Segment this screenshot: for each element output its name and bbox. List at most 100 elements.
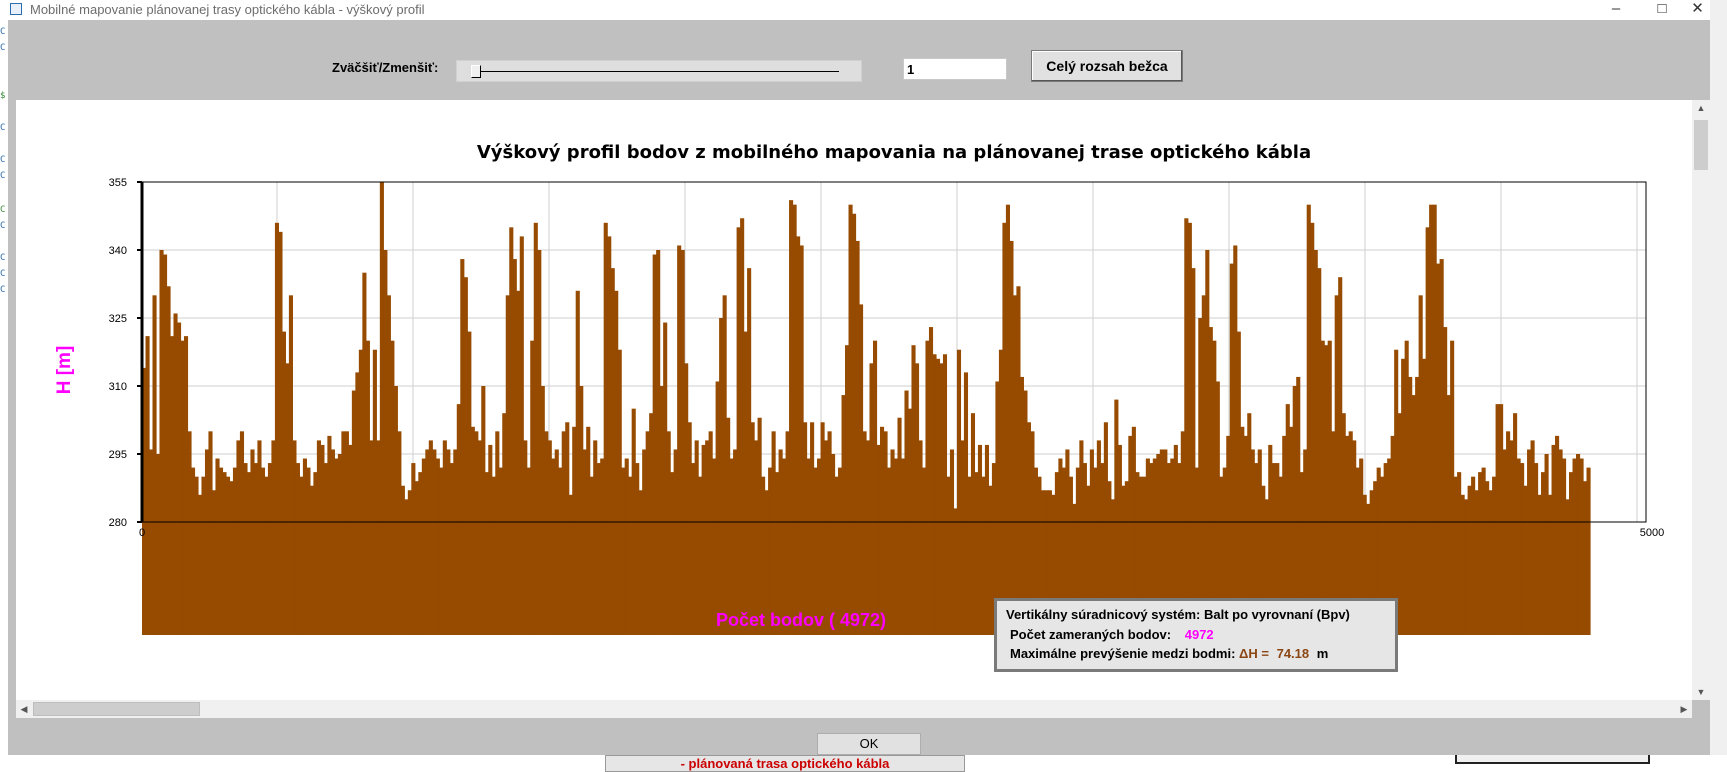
elevation-bar	[271, 440, 276, 635]
elevation-bar	[911, 345, 916, 635]
elevation-bar	[495, 431, 500, 635]
y-axis-label: H [m]	[54, 346, 75, 395]
x-tick-label: 5000	[1640, 527, 1664, 539]
elevation-bar	[995, 381, 1000, 635]
vertical-scrollbar[interactable]: ▲ ▼	[1692, 100, 1710, 700]
elevation-bar	[1562, 458, 1567, 635]
elevation-bar	[932, 354, 937, 635]
elevation-bar	[998, 349, 1004, 635]
elevation-bar	[547, 440, 552, 635]
elevation-bar	[1334, 295, 1339, 635]
elevation-bar	[253, 463, 259, 635]
zoom-slider[interactable]	[456, 60, 862, 82]
background-glyph: C	[0, 205, 6, 215]
elevation-bar	[771, 431, 776, 635]
elevation-bar	[260, 467, 266, 635]
elevation-bar	[488, 444, 493, 635]
elevation-bar	[600, 458, 605, 635]
x-axis-label: Počet bodov ( 4972)	[716, 610, 887, 630]
elevation-bar	[523, 440, 528, 635]
elevation-bar	[365, 340, 370, 635]
background-glyph: C	[0, 27, 6, 37]
elevation-bar	[831, 454, 836, 635]
elevation-bar	[218, 467, 224, 635]
vertical-system-text: Vertikálny súradnicový systém: Balt po v…	[1006, 607, 1350, 622]
full-range-button[interactable]: Celý rozsah bežca	[1031, 50, 1183, 82]
elevation-bar	[642, 449, 647, 635]
scroll-up-icon[interactable]: ▲	[1692, 100, 1710, 116]
elevation-bar	[1233, 245, 1238, 635]
elevation-bar	[670, 472, 675, 635]
elevation-bar	[1418, 295, 1423, 635]
elevation-bar	[250, 449, 255, 635]
elevation-bar	[1397, 413, 1402, 635]
elevation-bar	[414, 481, 419, 635]
elevation-bar	[593, 440, 598, 635]
vertical-scroll-thumb[interactable]	[1694, 120, 1708, 170]
elevation-bar	[1551, 444, 1556, 635]
elevation-bar	[327, 435, 332, 635]
elevation-bar	[733, 449, 738, 635]
maximize-icon[interactable]: □	[1639, 0, 1685, 20]
elevation-bar	[320, 444, 325, 635]
elevation-bar	[1541, 472, 1546, 635]
elevation-bar	[477, 440, 482, 635]
zoom-slider-thumb[interactable]	[471, 65, 481, 78]
elevation-bar	[190, 467, 196, 635]
elevation-bar	[1401, 358, 1406, 635]
elevation-bar	[309, 485, 314, 635]
elevation-bar	[663, 322, 668, 635]
elevation-bar	[1520, 463, 1525, 635]
scroll-right-icon[interactable]: ▶	[1676, 700, 1692, 718]
elevation-bar	[295, 463, 300, 635]
elevation-bar	[155, 454, 161, 635]
elevation-bar	[498, 467, 503, 635]
elevation-bar	[914, 363, 920, 635]
elevation-bar	[1394, 349, 1399, 635]
elevation-bar	[544, 431, 549, 635]
max-elevation-diff-row: Maximálne prevýšenie medzi bodmi: ΔH = 7…	[1010, 646, 1328, 661]
elevation-bar	[169, 336, 175, 635]
elevation-bar	[267, 463, 273, 635]
elevation-bar	[869, 363, 874, 635]
elevation-bar	[411, 463, 416, 635]
elevation-bar	[572, 426, 577, 635]
elevation-bar	[852, 213, 857, 635]
elevation-bar	[264, 476, 269, 635]
title-bar[interactable]: Mobilné mapovanie plánovanej trasy optic…	[8, 0, 1710, 20]
elevation-bar	[313, 472, 318, 635]
elevation-bar	[278, 231, 283, 635]
horizontal-scroll-thumb[interactable]	[33, 702, 200, 716]
elevation-bar	[162, 254, 168, 635]
elevation-bar	[351, 390, 356, 635]
elevation-bar	[558, 467, 563, 635]
elevation-bar	[726, 417, 731, 635]
elevation-bar	[673, 449, 678, 635]
max-elevation-label: Maximálne prevýšenie medzi bodmi:	[1010, 646, 1236, 661]
elevation-bar	[855, 240, 860, 635]
elevation-bar	[425, 449, 430, 635]
background-glyph: C	[0, 285, 6, 295]
ok-button[interactable]: OK	[817, 733, 921, 755]
minimize-icon[interactable]: –	[1593, 0, 1639, 20]
elevation-bar	[628, 476, 633, 635]
elevation-bar	[285, 363, 290, 635]
elevation-bar	[446, 449, 451, 635]
background-glyph: $	[0, 91, 6, 101]
zoom-slider-track	[477, 71, 839, 72]
elevation-bar	[1408, 376, 1413, 635]
elevation-bar	[918, 440, 923, 635]
elevation-bar	[680, 250, 685, 635]
scroll-down-icon[interactable]: ▼	[1692, 684, 1710, 700]
elevation-bar	[1572, 458, 1577, 635]
elevation-bar	[1198, 318, 1203, 635]
scroll-left-icon[interactable]: ◀	[16, 700, 32, 718]
elevation-bar	[1443, 327, 1448, 635]
elevation-bar	[691, 463, 696, 635]
elevation-bar	[1215, 381, 1220, 635]
horizontal-scrollbar[interactable]: ◀ ▶	[16, 700, 1692, 718]
elevation-bar	[1527, 449, 1532, 635]
close-icon[interactable]: ✕	[1685, 0, 1710, 20]
zoom-value-input[interactable]	[903, 58, 1007, 80]
elevation-bar	[886, 467, 892, 635]
